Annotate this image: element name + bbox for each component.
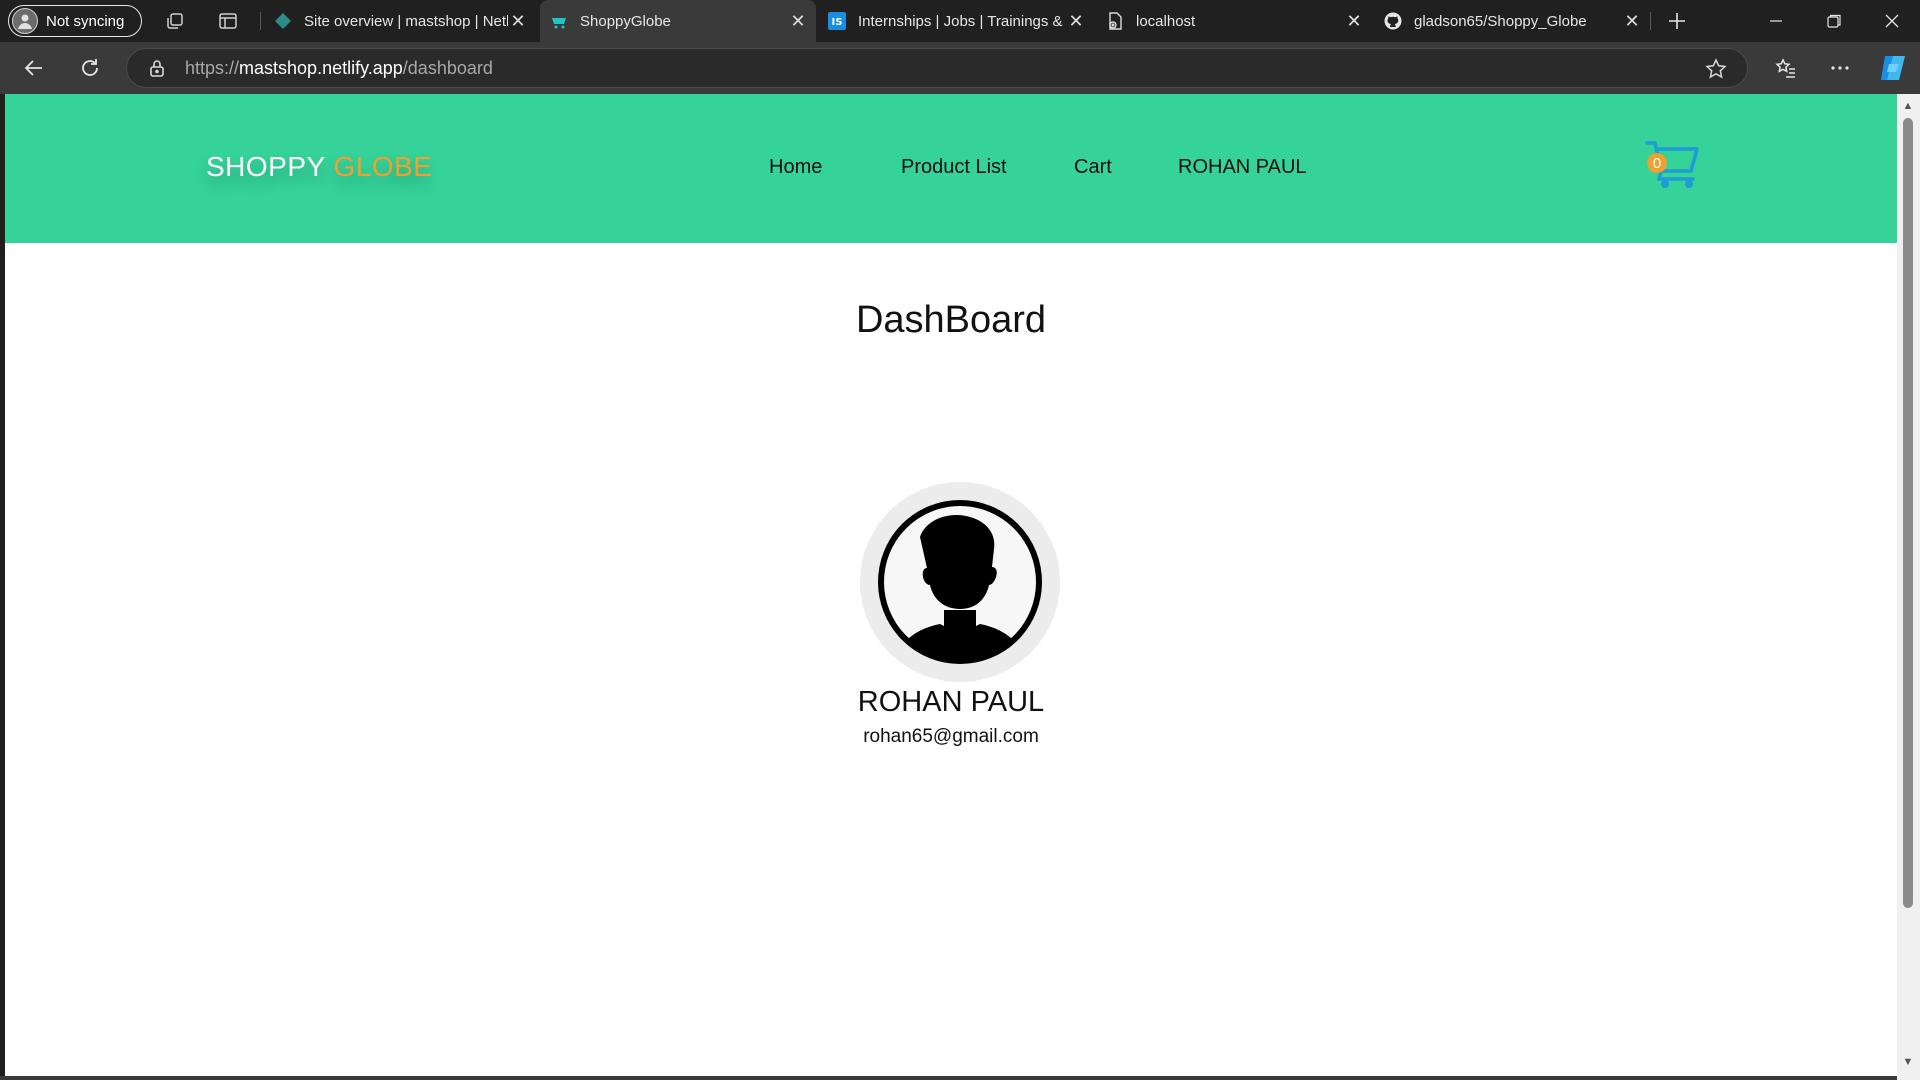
profile-sync-label: Not syncing — [46, 12, 125, 30]
close-tab-icon[interactable]: ✕ — [1344, 11, 1364, 32]
tab-separator — [1650, 12, 1651, 30]
brand-accent-text: GLOBE — [333, 151, 433, 182]
window-bottom-edge — [0, 1076, 1897, 1080]
cart-count-badge: 0 — [1647, 153, 1667, 173]
user-name: ROHAN PAUL — [857, 686, 1045, 718]
url-scheme: https:// — [185, 57, 240, 78]
restore-icon[interactable] — [1806, 0, 1862, 42]
more-menu-icon[interactable] — [1826, 54, 1854, 82]
netlify-icon — [274, 12, 292, 30]
minimize-icon[interactable] — [1748, 0, 1804, 42]
page-viewport: SHOPPY GLOBE Home Product List Cart ROHA… — [5, 94, 1897, 1076]
tab-separator — [260, 12, 261, 30]
close-tab-icon[interactable]: ✕ — [1622, 11, 1642, 32]
page-scrollbar[interactable]: ▲ ▼ — [1897, 94, 1920, 1080]
close-window-icon[interactable] — [1864, 0, 1920, 42]
tab-title: Site overview | mastshop | Netlify — [304, 12, 508, 30]
tab-internshala[interactable]: IS Internships | Jobs | Trainings & Cour… — [818, 0, 1094, 42]
tab-netlify[interactable]: Site overview | mastshop | Netlify ✕ — [264, 0, 536, 42]
new-tab-icon[interactable] — [1666, 10, 1688, 32]
url-text: https://mastshop.netlify.app/dashboard — [185, 58, 493, 79]
page-title: DashBoard — [855, 299, 1047, 341]
workspaces-icon[interactable] — [165, 11, 185, 31]
tab-shoppyglobe[interactable]: ShoppyGlobe ✕ — [540, 0, 816, 42]
github-icon — [1384, 12, 1402, 30]
site-navbar: SHOPPY GLOBE Home Product List Cart ROHA… — [5, 94, 1897, 243]
vertical-tabs-icon[interactable] — [218, 11, 238, 31]
svg-text:IS: IS — [832, 17, 843, 28]
close-tab-icon[interactable]: ✕ — [508, 11, 528, 32]
shoppyglobe-favicon — [550, 12, 568, 30]
tab-title: localhost — [1136, 12, 1196, 30]
favorites-list-icon[interactable] — [1772, 54, 1800, 82]
internshala-icon: IS — [828, 12, 846, 30]
user-email: rohan65@gmail.com — [863, 726, 1039, 747]
tab-localhost[interactable]: localhost ✕ — [1096, 0, 1372, 42]
nav-home-link[interactable]: Home — [769, 156, 822, 179]
scrollbar-thumb[interactable] — [1903, 118, 1913, 908]
user-silhouette-icon — [878, 500, 1042, 664]
user-avatar — [860, 482, 1060, 682]
tab-title: gladson65/Shoppy_Globe — [1414, 12, 1587, 30]
back-arrow-icon[interactable] — [20, 54, 48, 82]
nav-cart-link[interactable]: Cart — [1074, 156, 1112, 179]
url-path: /dashboard — [402, 57, 493, 78]
copilot-icon[interactable] — [1878, 54, 1910, 82]
brand-primary-text: SHOPPY — [206, 151, 334, 182]
nav-product-list-link[interactable]: Product List — [901, 156, 1007, 179]
profile-button[interactable]: Not syncing — [8, 5, 142, 37]
profile-avatar-icon — [12, 8, 38, 34]
close-tab-icon[interactable]: ✕ — [788, 11, 808, 32]
cart-button[interactable]: 0 — [1645, 139, 1701, 191]
tab-title: ShoppyGlobe — [580, 12, 671, 30]
site-logo[interactable]: SHOPPY GLOBE — [206, 151, 432, 183]
close-tab-icon[interactable]: ✕ — [1066, 11, 1086, 32]
tab-title: Internships | Jobs | Trainings & Courses — [858, 12, 1066, 30]
reload-icon[interactable] — [76, 54, 104, 82]
scroll-down-arrow-icon[interactable]: ▼ — [1902, 1056, 1914, 1068]
browser-tab-strip: Not syncing Site overview | mastshop | N… — [0, 0, 1920, 42]
nav-user-link[interactable]: ROHAN PAUL — [1178, 156, 1307, 179]
browser-toolbar: https://mastshop.netlify.app/dashboard — [0, 42, 1920, 94]
favorite-star-icon[interactable] — [1705, 58, 1727, 80]
scroll-up-arrow-icon[interactable]: ▲ — [1902, 100, 1914, 112]
tab-github[interactable]: gladson65/Shoppy_Globe ✕ — [1374, 0, 1650, 42]
lock-icon[interactable] — [147, 58, 167, 78]
url-host: mastshop.netlify.app — [239, 57, 403, 78]
address-bar[interactable]: https://mastshop.netlify.app/dashboard — [126, 48, 1748, 88]
broken-page-icon — [1106, 12, 1124, 30]
